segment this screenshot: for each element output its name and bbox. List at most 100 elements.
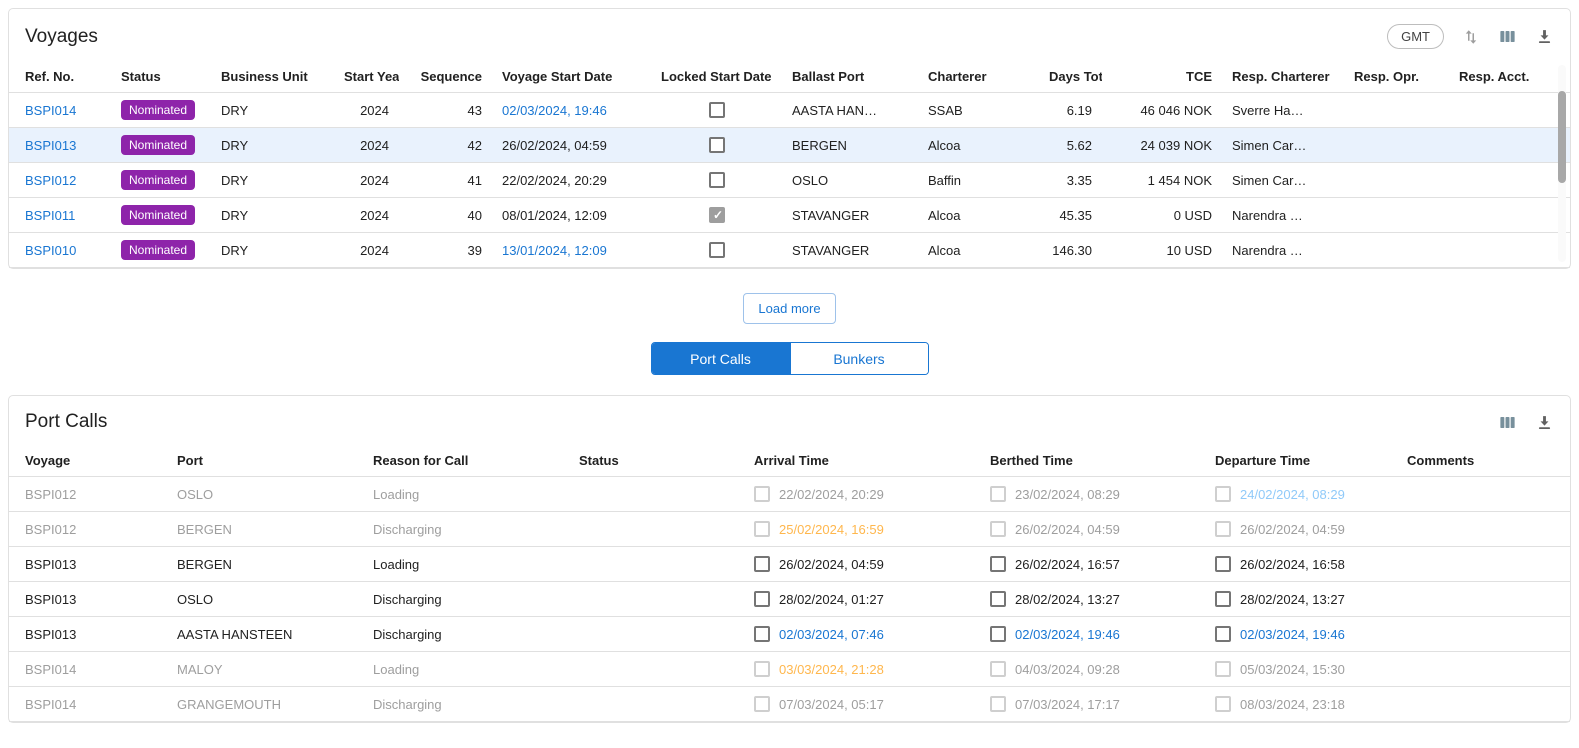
locked-start-date-checkbox[interactable] — [709, 102, 725, 118]
column-header-reason-for-call[interactable]: Reason for Call — [363, 445, 569, 477]
arrival-time-cell: 26/02/2024, 04:59 — [744, 547, 980, 582]
port-call-row[interactable]: BSPI012BERGENDischarging25/02/2024, 16:5… — [9, 512, 1570, 547]
departure-time-checkbox[interactable] — [1215, 591, 1231, 607]
voyage-start-date-value[interactable]: 13/01/2024, 12:09 — [502, 243, 607, 258]
locked-start-date-checkbox[interactable] — [709, 242, 725, 258]
port-call-row[interactable]: BSPI014MALOYLoading03/03/2024, 21:2804/0… — [9, 652, 1570, 687]
columns-icon[interactable] — [1498, 27, 1517, 46]
column-header-ballast-port[interactable]: Ballast Port — [782, 61, 918, 93]
voyage-start-date-cell: 13/01/2024, 12:09 — [492, 233, 651, 268]
arrival-time-checkbox[interactable] — [754, 486, 770, 502]
arrival-time-cell: 25/02/2024, 16:59 — [744, 512, 980, 547]
voyage-start-date-value[interactable]: 02/03/2024, 19:46 — [502, 103, 607, 118]
tab-port-calls[interactable]: Port Calls — [652, 343, 790, 374]
voyage-ref-link[interactable]: BSPI014 — [25, 103, 76, 118]
column-header-arrival-time[interactable]: Arrival Time — [744, 445, 980, 477]
berthed-time-checkbox[interactable] — [990, 556, 1006, 572]
column-header-business-unit[interactable]: Business Unit — [211, 61, 334, 93]
departure-time-checkbox[interactable] — [1215, 486, 1231, 502]
comments-cell — [1397, 617, 1570, 652]
port-call-row[interactable]: BSPI013OSLODischarging28/02/2024, 01:272… — [9, 582, 1570, 617]
sort-icon[interactable] — [1462, 28, 1480, 46]
column-header-ref-no[interactable]: Ref. No. — [9, 61, 111, 93]
reason-for-call-cell: Discharging — [363, 582, 569, 617]
column-header-port[interactable]: Port — [167, 445, 363, 477]
departure-time-checkbox[interactable] — [1215, 696, 1231, 712]
column-header-days-total[interactable]: Days Total — [1039, 61, 1102, 93]
voyages-scrollbar[interactable] — [1558, 65, 1566, 262]
arrival-time-checkbox[interactable] — [754, 591, 770, 607]
berthed-time-checkbox[interactable] — [990, 661, 1006, 677]
load-more-button[interactable]: Load more — [743, 293, 835, 324]
download-icon[interactable] — [1535, 27, 1554, 46]
column-header-sequence[interactable]: Sequence — [399, 61, 492, 93]
column-header-status[interactable]: Status — [111, 61, 211, 93]
status-badge: Nominated — [121, 135, 195, 155]
column-header-tce[interactable]: TCE — [1102, 61, 1222, 93]
download-icon[interactable] — [1535, 413, 1554, 432]
departure-time-value[interactable]: 02/03/2024, 19:46 — [1240, 627, 1345, 642]
arrival-time-checkbox[interactable] — [754, 521, 770, 537]
berthed-time-value: 28/02/2024, 13:27 — [1015, 592, 1120, 607]
voyage-row[interactable]: BSPI014NominatedDRY20244302/03/2024, 19:… — [9, 93, 1570, 128]
berthed-time-value[interactable]: 02/03/2024, 19:46 — [1015, 627, 1120, 642]
port-call-row[interactable]: BSPI012OSLOLoading22/02/2024, 20:2923/02… — [9, 477, 1570, 512]
voyage-ref-link[interactable]: BSPI012 — [25, 173, 76, 188]
port-call-row[interactable]: BSPI013AASTA HANSTEENDischarging02/03/20… — [9, 617, 1570, 652]
column-header-status[interactable]: Status — [569, 445, 744, 477]
status-cell: Nominated — [111, 128, 211, 163]
arrival-time-value[interactable]: 02/03/2024, 07:46 — [779, 627, 884, 642]
arrival-time-checkbox[interactable] — [754, 696, 770, 712]
departure-time-checkbox[interactable] — [1215, 661, 1231, 677]
berthed-time-checkbox[interactable] — [990, 521, 1006, 537]
voyage-row[interactable]: BSPI011NominatedDRY20244008/01/2024, 12:… — [9, 198, 1570, 233]
arrival-time-checkbox[interactable] — [754, 626, 770, 642]
departure-time-checkbox[interactable] — [1215, 626, 1231, 642]
column-header-resp-charterer[interactable]: Resp. Charterer — [1222, 61, 1344, 93]
berthed-time-checkbox[interactable] — [990, 486, 1006, 502]
resp-opr-cell — [1344, 198, 1449, 233]
port-call-row[interactable]: BSPI014GRANGEMOUTHDischarging07/03/2024,… — [9, 687, 1570, 722]
tab-bunkers[interactable]: Bunkers — [790, 343, 928, 374]
berthed-time-checkbox[interactable] — [990, 591, 1006, 607]
voyages-scrollbar-thumb[interactable] — [1558, 91, 1566, 183]
column-header-start-year[interactable]: Start Year — [334, 61, 399, 93]
berthed-time-checkbox[interactable] — [990, 626, 1006, 642]
columns-icon[interactable] — [1498, 413, 1517, 432]
berthed-time-value: 26/02/2024, 16:57 — [1015, 557, 1120, 572]
voyage-ref-link[interactable]: BSPI010 — [25, 243, 76, 258]
charterer-cell: Alcoa — [918, 128, 1039, 163]
voyage-row[interactable]: BSPI013NominatedDRY20244226/02/2024, 04:… — [9, 128, 1570, 163]
berthed-time-cell: 28/02/2024, 13:27 — [980, 582, 1205, 617]
voyage-ref-link[interactable]: BSPI013 — [25, 138, 76, 153]
column-header-berthed-time[interactable]: Berthed Time — [980, 445, 1205, 477]
locked-start-date-checkbox[interactable] — [709, 207, 725, 223]
column-header-resp-opr[interactable]: Resp. Opr. — [1344, 61, 1449, 93]
status-cell — [569, 582, 744, 617]
arrival-time-value: 07/03/2024, 05:17 — [779, 697, 884, 712]
departure-time-checkbox[interactable] — [1215, 521, 1231, 537]
column-header-voyage[interactable]: Voyage — [9, 445, 167, 477]
locked-start-date-checkbox[interactable] — [709, 172, 725, 188]
column-header-departure-time[interactable]: Departure Time — [1205, 445, 1397, 477]
column-header-locked-start-date[interactable]: Locked Start Date — [651, 61, 782, 93]
voyage-row[interactable]: BSPI010NominatedDRY20243913/01/2024, 12:… — [9, 233, 1570, 268]
timezone-button[interactable]: GMT — [1387, 24, 1444, 49]
voyage-row[interactable]: BSPI012NominatedDRY20244122/02/2024, 20:… — [9, 163, 1570, 198]
column-header-comments[interactable]: Comments — [1397, 445, 1570, 477]
port-calls-card: Port Calls Voyage Port Reason for Call S… — [8, 395, 1571, 723]
comments-cell — [1397, 652, 1570, 687]
arrival-time-checkbox[interactable] — [754, 556, 770, 572]
column-header-resp-acct[interactable]: Resp. Acct. — [1449, 61, 1570, 93]
column-header-charterer[interactable]: Charterer — [918, 61, 1039, 93]
departure-time-checkbox[interactable] — [1215, 556, 1231, 572]
status-badge: Nominated — [121, 170, 195, 190]
port-call-row[interactable]: BSPI013BERGENLoading26/02/2024, 04:5926/… — [9, 547, 1570, 582]
locked-start-date-checkbox[interactable] — [709, 137, 725, 153]
column-header-voyage-start-date[interactable]: Voyage Start Date — [492, 61, 651, 93]
departure-time-value[interactable]: 24/02/2024, 08:29 — [1240, 487, 1345, 502]
berthed-time-checkbox[interactable] — [990, 696, 1006, 712]
voyage-start-date-value: 26/02/2024, 04:59 — [502, 138, 607, 153]
voyage-ref-link[interactable]: BSPI011 — [25, 208, 75, 223]
arrival-time-checkbox[interactable] — [754, 661, 770, 677]
